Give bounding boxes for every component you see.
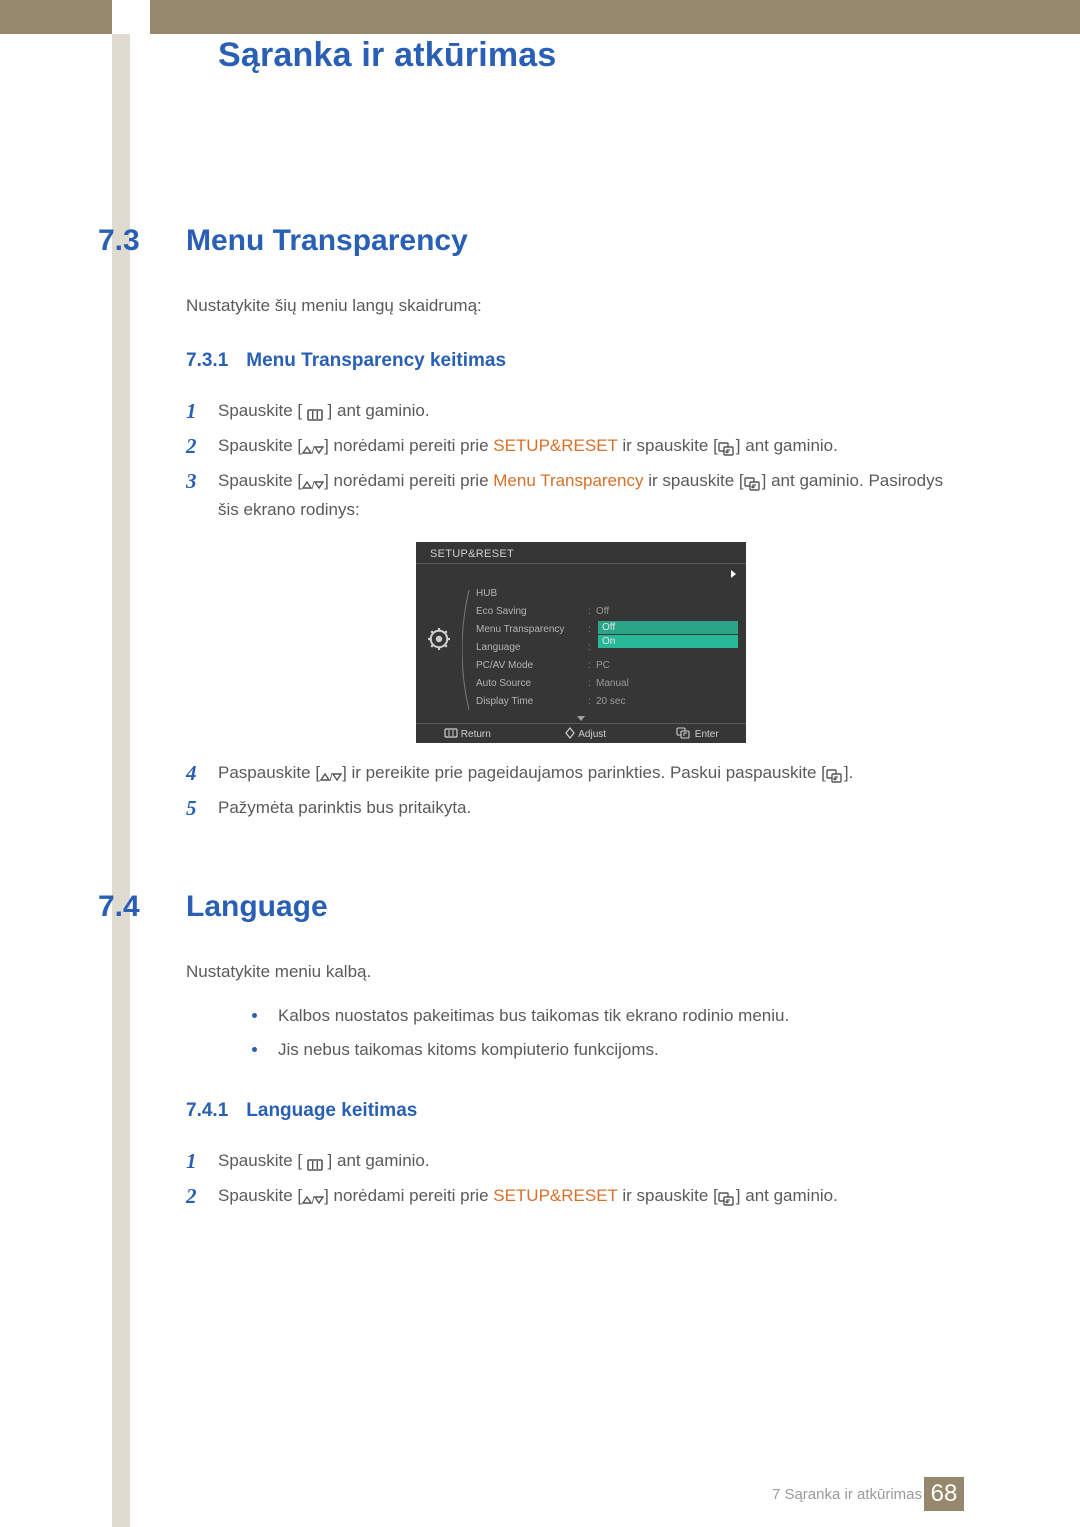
- menu-icon: [307, 401, 323, 427]
- subsection-number: 7.4.1: [186, 1100, 228, 1121]
- bullet-1: Kalbos nuostatos pakeitimas bus taikomas…: [252, 1006, 960, 1026]
- subsection-number: 7.3.1: [186, 350, 228, 371]
- step-3: 3 Spauskite [/] norėdami pereiti prie Me…: [186, 468, 960, 522]
- step-2: 2 Spauskite [/] norėdami pereiti prie SE…: [186, 433, 960, 462]
- osd-value-eco: Off: [596, 606, 609, 617]
- enter-icon: [718, 436, 736, 462]
- osd-title: SETUP&RESET: [430, 548, 514, 560]
- chapter-tab: [112, 0, 150, 34]
- subsection-7-3-1: 7.3.1 Menu Transparency keitimas: [186, 350, 506, 372]
- section-number-7-4: 7.4: [98, 890, 140, 924]
- menu-icon: [307, 1151, 323, 1177]
- step-1-language: 1 Spauskite [ ] ant gaminio.: [186, 1148, 960, 1177]
- subsection-7-4-1: 7.4.1 Language keitimas: [186, 1100, 417, 1122]
- top-bar: [0, 0, 1080, 34]
- osd-adjust-button: Adjust: [564, 727, 606, 740]
- step-1: 1 Spauskite [ ] ant gaminio.: [186, 398, 960, 427]
- osd-menu-hub: HUB: [476, 588, 497, 599]
- section-7-3-intro: Nustatykite šių meniu langų skaidrumą:: [186, 296, 482, 316]
- bullet-icon: [252, 1013, 257, 1018]
- osd-menu-transparency: Menu Transparency: [476, 624, 564, 635]
- subsection-title: Menu Transparency keitimas: [246, 350, 506, 371]
- osd-option-on: On: [598, 635, 738, 648]
- document-title: Sąranka ir atkūrimas: [218, 36, 557, 75]
- section-title-7-4: Language: [186, 890, 328, 924]
- osd-down-arrow-icon: [577, 716, 585, 721]
- osd-option-off: Off: [598, 621, 738, 634]
- bullet-2: Jis nebus taikomas kitoms kompiuterio fu…: [252, 1040, 960, 1060]
- enter-icon: [718, 1186, 736, 1212]
- osd-curve-line: [462, 590, 470, 710]
- section-title-7-3: Menu Transparency: [186, 224, 468, 258]
- page-number: 68: [924, 1477, 964, 1511]
- osd-menu-autosource: Auto Source: [476, 678, 531, 689]
- step-2-language: 2 Spauskite [/] norėdami pereiti prie SE…: [186, 1183, 960, 1212]
- osd-return-button: Return: [444, 728, 491, 740]
- osd-screenshot: SETUP&RESET HUB Eco Saving : Off Menu Tr…: [416, 542, 746, 743]
- subsection-title: Language keitimas: [246, 1100, 417, 1121]
- osd-right-arrow-icon: [731, 570, 736, 578]
- enter-icon: [744, 471, 762, 497]
- osd-value-autosource: Manual: [596, 678, 629, 689]
- footer-section-label: 7 Sąranka ir atkūrimas: [772, 1486, 922, 1503]
- section-number-7-3: 7.3: [98, 224, 140, 258]
- enter-icon: [826, 763, 844, 789]
- step-5: 5 Pažymėta parinktis bus pritaikyta.: [186, 795, 960, 821]
- up-down-icon: /: [302, 436, 324, 462]
- osd-enter-button: Enter: [676, 727, 719, 740]
- up-down-icon: /: [302, 471, 324, 497]
- section-7-4-intro: Nustatykite meniu kalbą.: [186, 962, 371, 982]
- osd-value-pcav: PC: [596, 660, 610, 671]
- up-down-icon: /: [302, 1186, 324, 1212]
- up-down-icon: /: [320, 763, 342, 789]
- osd-value-displaytime: 20 sec: [596, 696, 625, 707]
- osd-menu-language: Language: [476, 642, 521, 653]
- osd-menu-displaytime: Display Time: [476, 696, 533, 707]
- osd-menu-pcav: PC/AV Mode: [476, 660, 533, 671]
- gear-icon: [428, 628, 450, 650]
- bullet-icon: [252, 1047, 257, 1052]
- step-4: 4 Paspauskite [/] ir pereikite prie page…: [186, 760, 960, 789]
- osd-menu-eco-saving: Eco Saving: [476, 606, 527, 617]
